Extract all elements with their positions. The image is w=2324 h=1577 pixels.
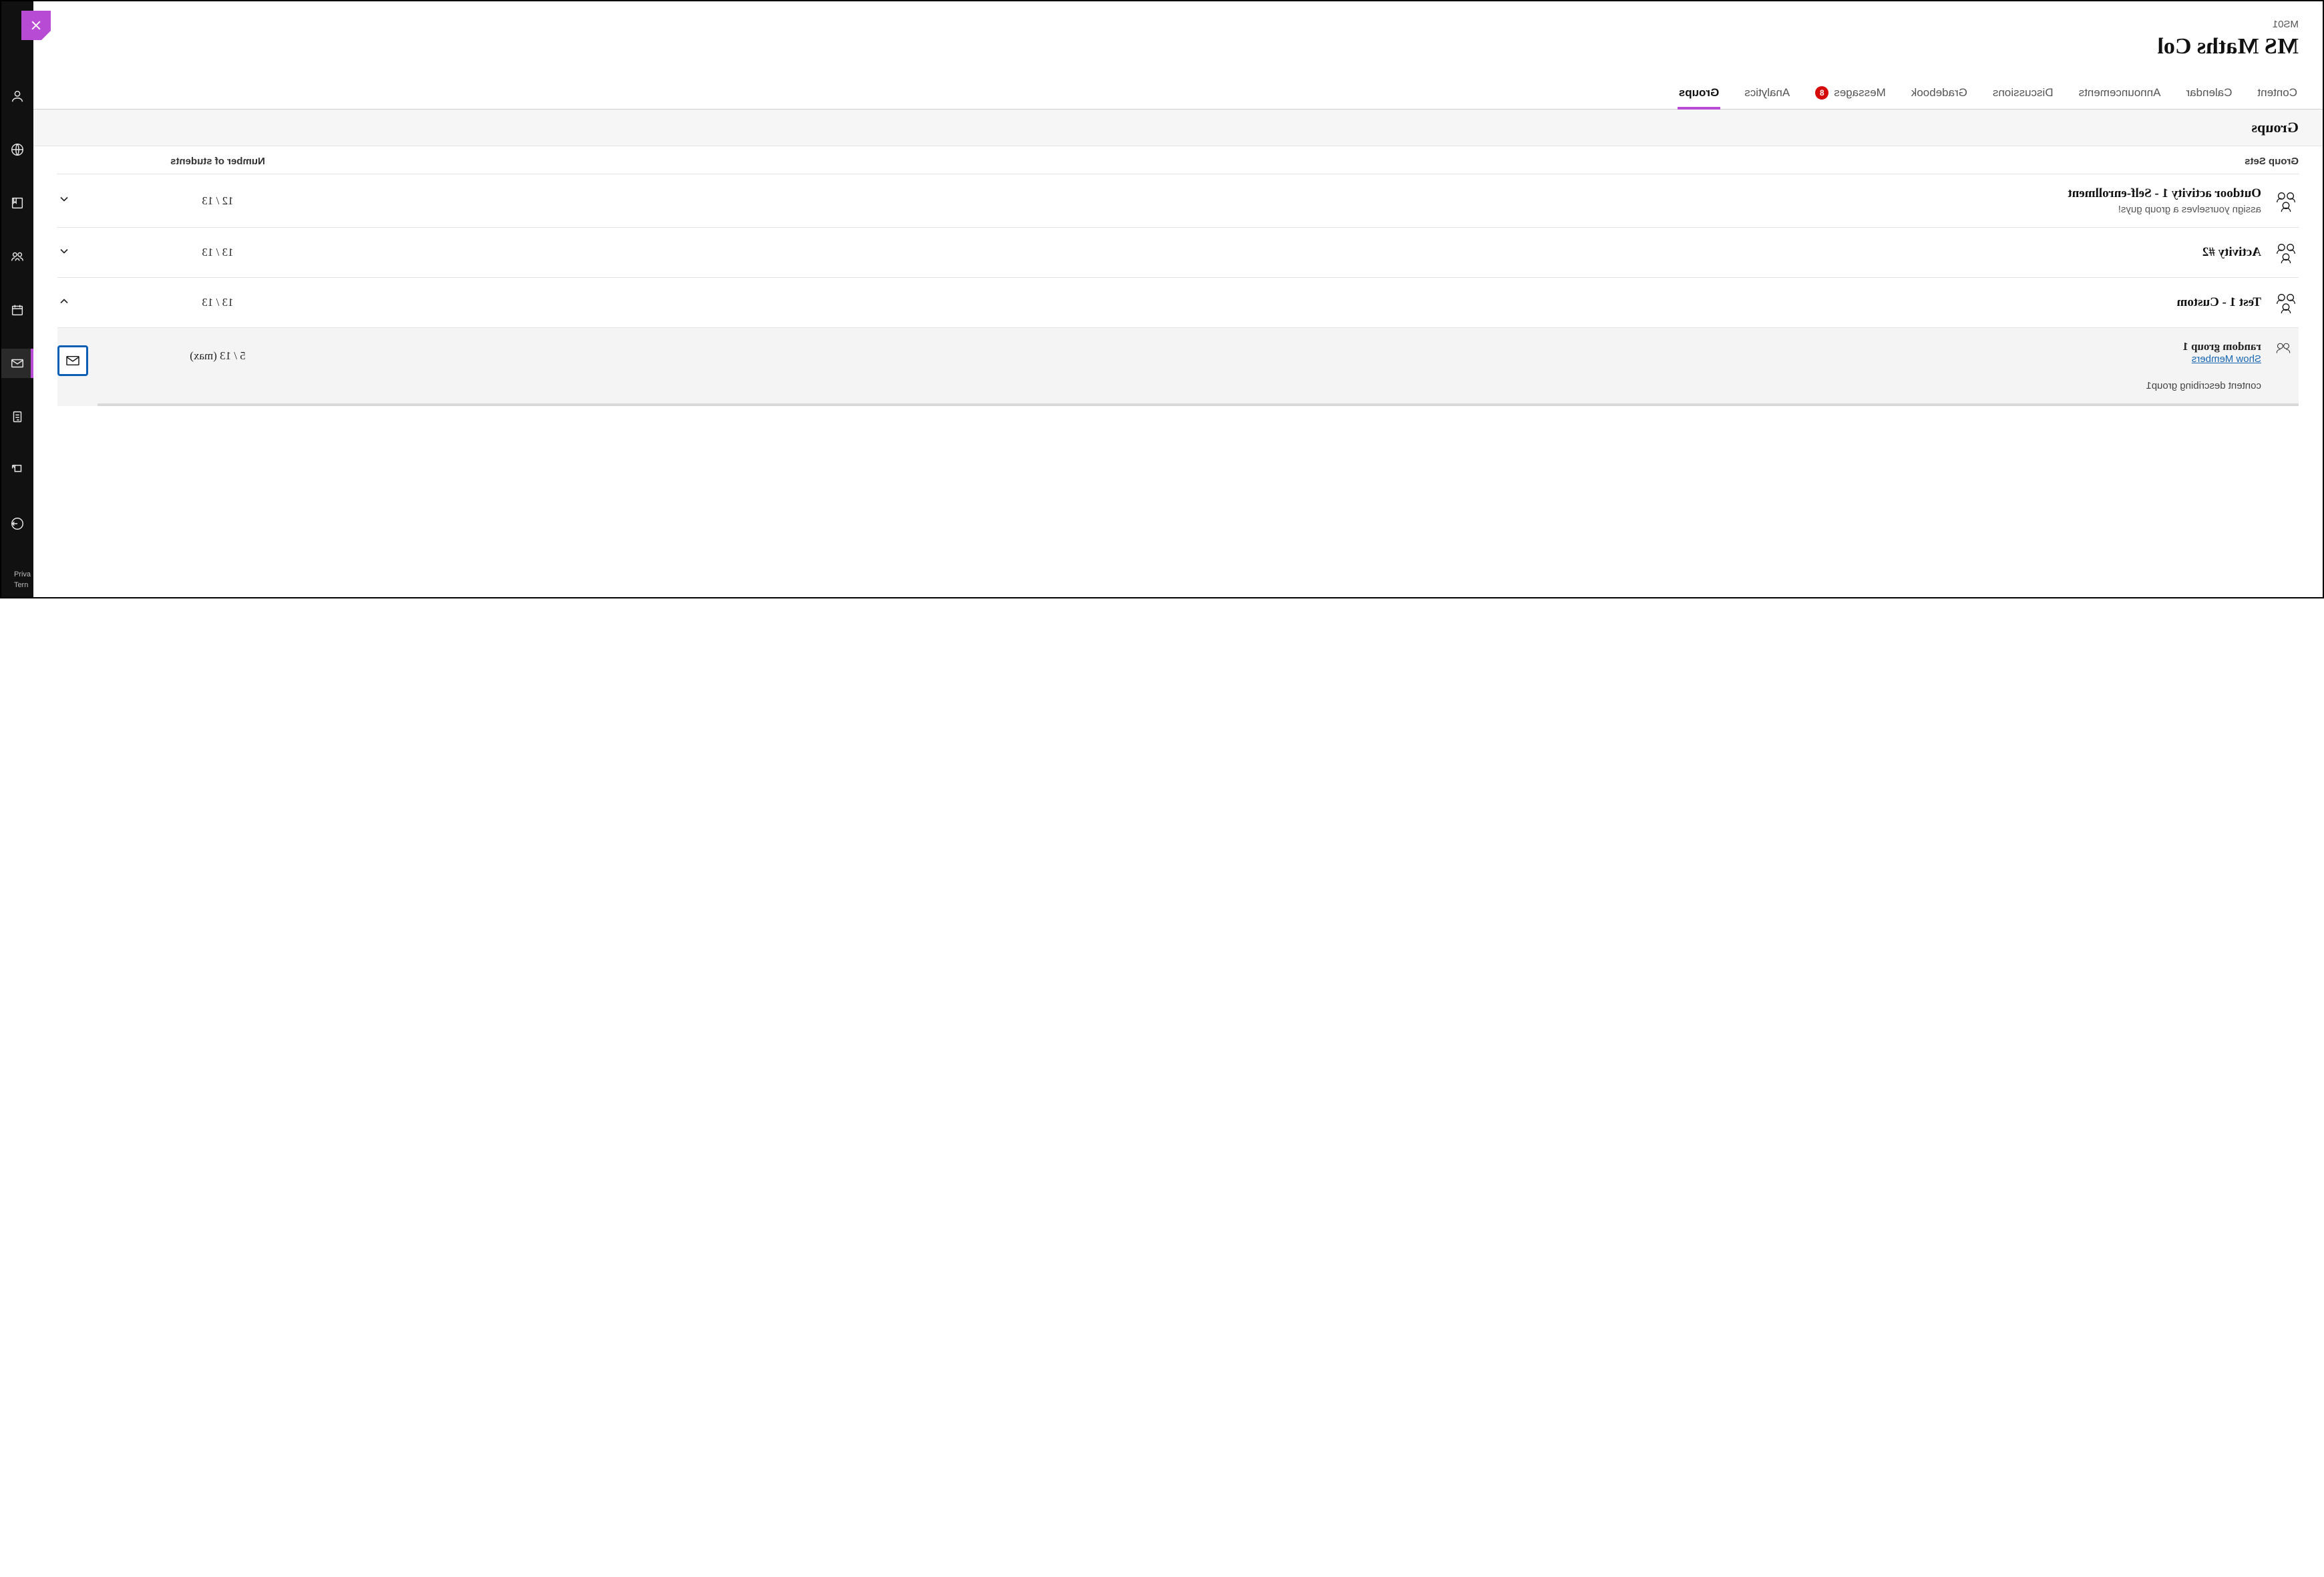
col-spacer bbox=[57, 156, 98, 167]
global-nav-rail: Priva Tern bbox=[1, 1, 33, 597]
course-code: MS01 bbox=[57, 19, 2299, 30]
envelope-icon bbox=[65, 355, 80, 367]
app-root: Priva Tern MS01 MS Maths Col Content Cal… bbox=[0, 0, 2324, 598]
tab-gradebook[interactable]: Gradebook bbox=[1910, 78, 1969, 109]
envelope-icon bbox=[10, 356, 25, 371]
nav-tools[interactable] bbox=[1, 456, 33, 485]
group-set-title: Activity #2 bbox=[338, 245, 2261, 260]
expanded-group-panel: random group 1 Show Members content desc… bbox=[57, 327, 2299, 406]
tab-discussions[interactable]: Discussions bbox=[1991, 78, 2055, 109]
nav-grades[interactable] bbox=[1, 402, 33, 431]
tab-groups[interactable]: Groups bbox=[1678, 78, 1720, 109]
tab-content[interactable]: Content bbox=[2256, 78, 2299, 109]
group-set-row[interactable]: Activity #2 13 / 13 bbox=[57, 227, 2299, 277]
nav-messages[interactable] bbox=[1, 349, 33, 378]
collapse-toggle[interactable] bbox=[57, 295, 98, 311]
tab-announcements[interactable]: Announcements bbox=[2078, 78, 2162, 109]
tab-messages[interactable]: Messages 8 bbox=[1814, 78, 1887, 109]
footer-privacy[interactable]: Priva bbox=[14, 570, 31, 580]
people-icon bbox=[2261, 290, 2299, 315]
group-set-count: 12 / 13 bbox=[98, 194, 338, 208]
group-set-title: Outdoor activity 1 - Self-enrollment bbox=[338, 186, 2261, 201]
course-header: MS01 MS Maths Col bbox=[33, 1, 2323, 66]
tab-messages-label: Messages bbox=[1834, 86, 1885, 100]
show-members-link[interactable]: Show Members bbox=[2192, 353, 2261, 365]
group-set-row[interactable]: Outdoor activity 1 - Self-enrollment ass… bbox=[57, 174, 2299, 227]
group-set-name-cell: Activity #2 bbox=[338, 245, 2261, 260]
subgroup-name-cell: random group 1 Show Members content desc… bbox=[338, 340, 2261, 391]
rail-footer: Priva Tern bbox=[14, 570, 31, 590]
groups-content: Group Sets Number of students Outdoor ac… bbox=[33, 146, 2323, 597]
col-number-of-students: Number of students bbox=[98, 156, 338, 167]
group-set-row[interactable]: Test 1 - Custom 13 / 13 bbox=[57, 277, 2299, 327]
people-icon bbox=[2261, 340, 2299, 357]
section-title: Groups bbox=[57, 119, 2299, 136]
nav-courses[interactable] bbox=[1, 188, 33, 218]
external-icon bbox=[10, 463, 25, 478]
group-set-count: 13 / 13 bbox=[98, 246, 338, 259]
course-tabs: Content Calendar Announcements Discussio… bbox=[33, 78, 2323, 110]
logout-icon bbox=[10, 516, 25, 531]
chevron-up-icon bbox=[57, 295, 71, 308]
people-icon bbox=[2261, 188, 2299, 214]
nav-logout[interactable] bbox=[1, 509, 33, 538]
course-title: MS Maths Col bbox=[57, 34, 2299, 59]
columns-header: Group Sets Number of students bbox=[57, 146, 2299, 174]
nav-calendar[interactable] bbox=[1, 295, 33, 325]
tab-calendar[interactable]: Calendar bbox=[2184, 78, 2233, 109]
nav-groups[interactable] bbox=[1, 242, 33, 271]
section-bar: Groups bbox=[33, 110, 2323, 146]
expand-toggle[interactable] bbox=[57, 192, 98, 209]
chevron-down-icon bbox=[57, 192, 71, 206]
calendar-icon bbox=[10, 303, 25, 317]
subgroup-description: content describing group1 bbox=[338, 380, 2261, 391]
expand-toggle[interactable] bbox=[57, 244, 98, 261]
group-set-subtitle: assign yourselves a group guys! bbox=[338, 204, 2261, 215]
course-panel: MS01 MS Maths Col Content Calendar Annou… bbox=[33, 1, 2323, 597]
document-icon bbox=[10, 409, 25, 424]
message-group-button[interactable] bbox=[57, 345, 88, 376]
chevron-down-icon bbox=[57, 244, 71, 258]
nav-profile[interactable] bbox=[1, 81, 33, 111]
people-icon bbox=[2261, 240, 2299, 265]
subgroup-title: random group 1 bbox=[338, 340, 2261, 353]
tab-analytics[interactable]: Analytics bbox=[1743, 78, 1791, 109]
nav-institution[interactable] bbox=[1, 135, 33, 164]
group-set-name-cell: Test 1 - Custom bbox=[338, 295, 2261, 310]
col-group-sets: Group Sets bbox=[338, 156, 2299, 167]
group-set-count: 13 / 13 bbox=[98, 296, 338, 309]
group-set-name-cell: Outdoor activity 1 - Self-enrollment ass… bbox=[338, 186, 2261, 215]
globe-icon bbox=[10, 142, 25, 157]
footer-terms[interactable]: Tern bbox=[14, 580, 31, 590]
community-icon bbox=[10, 249, 25, 264]
bookmark-square-icon bbox=[10, 196, 25, 210]
group-set-title: Test 1 - Custom bbox=[338, 295, 2261, 310]
messages-badge: 8 bbox=[1815, 86, 1828, 100]
close-icon bbox=[29, 19, 43, 32]
person-icon bbox=[10, 89, 25, 104]
subgroup-count: 5 / 13 (max) bbox=[98, 340, 338, 363]
